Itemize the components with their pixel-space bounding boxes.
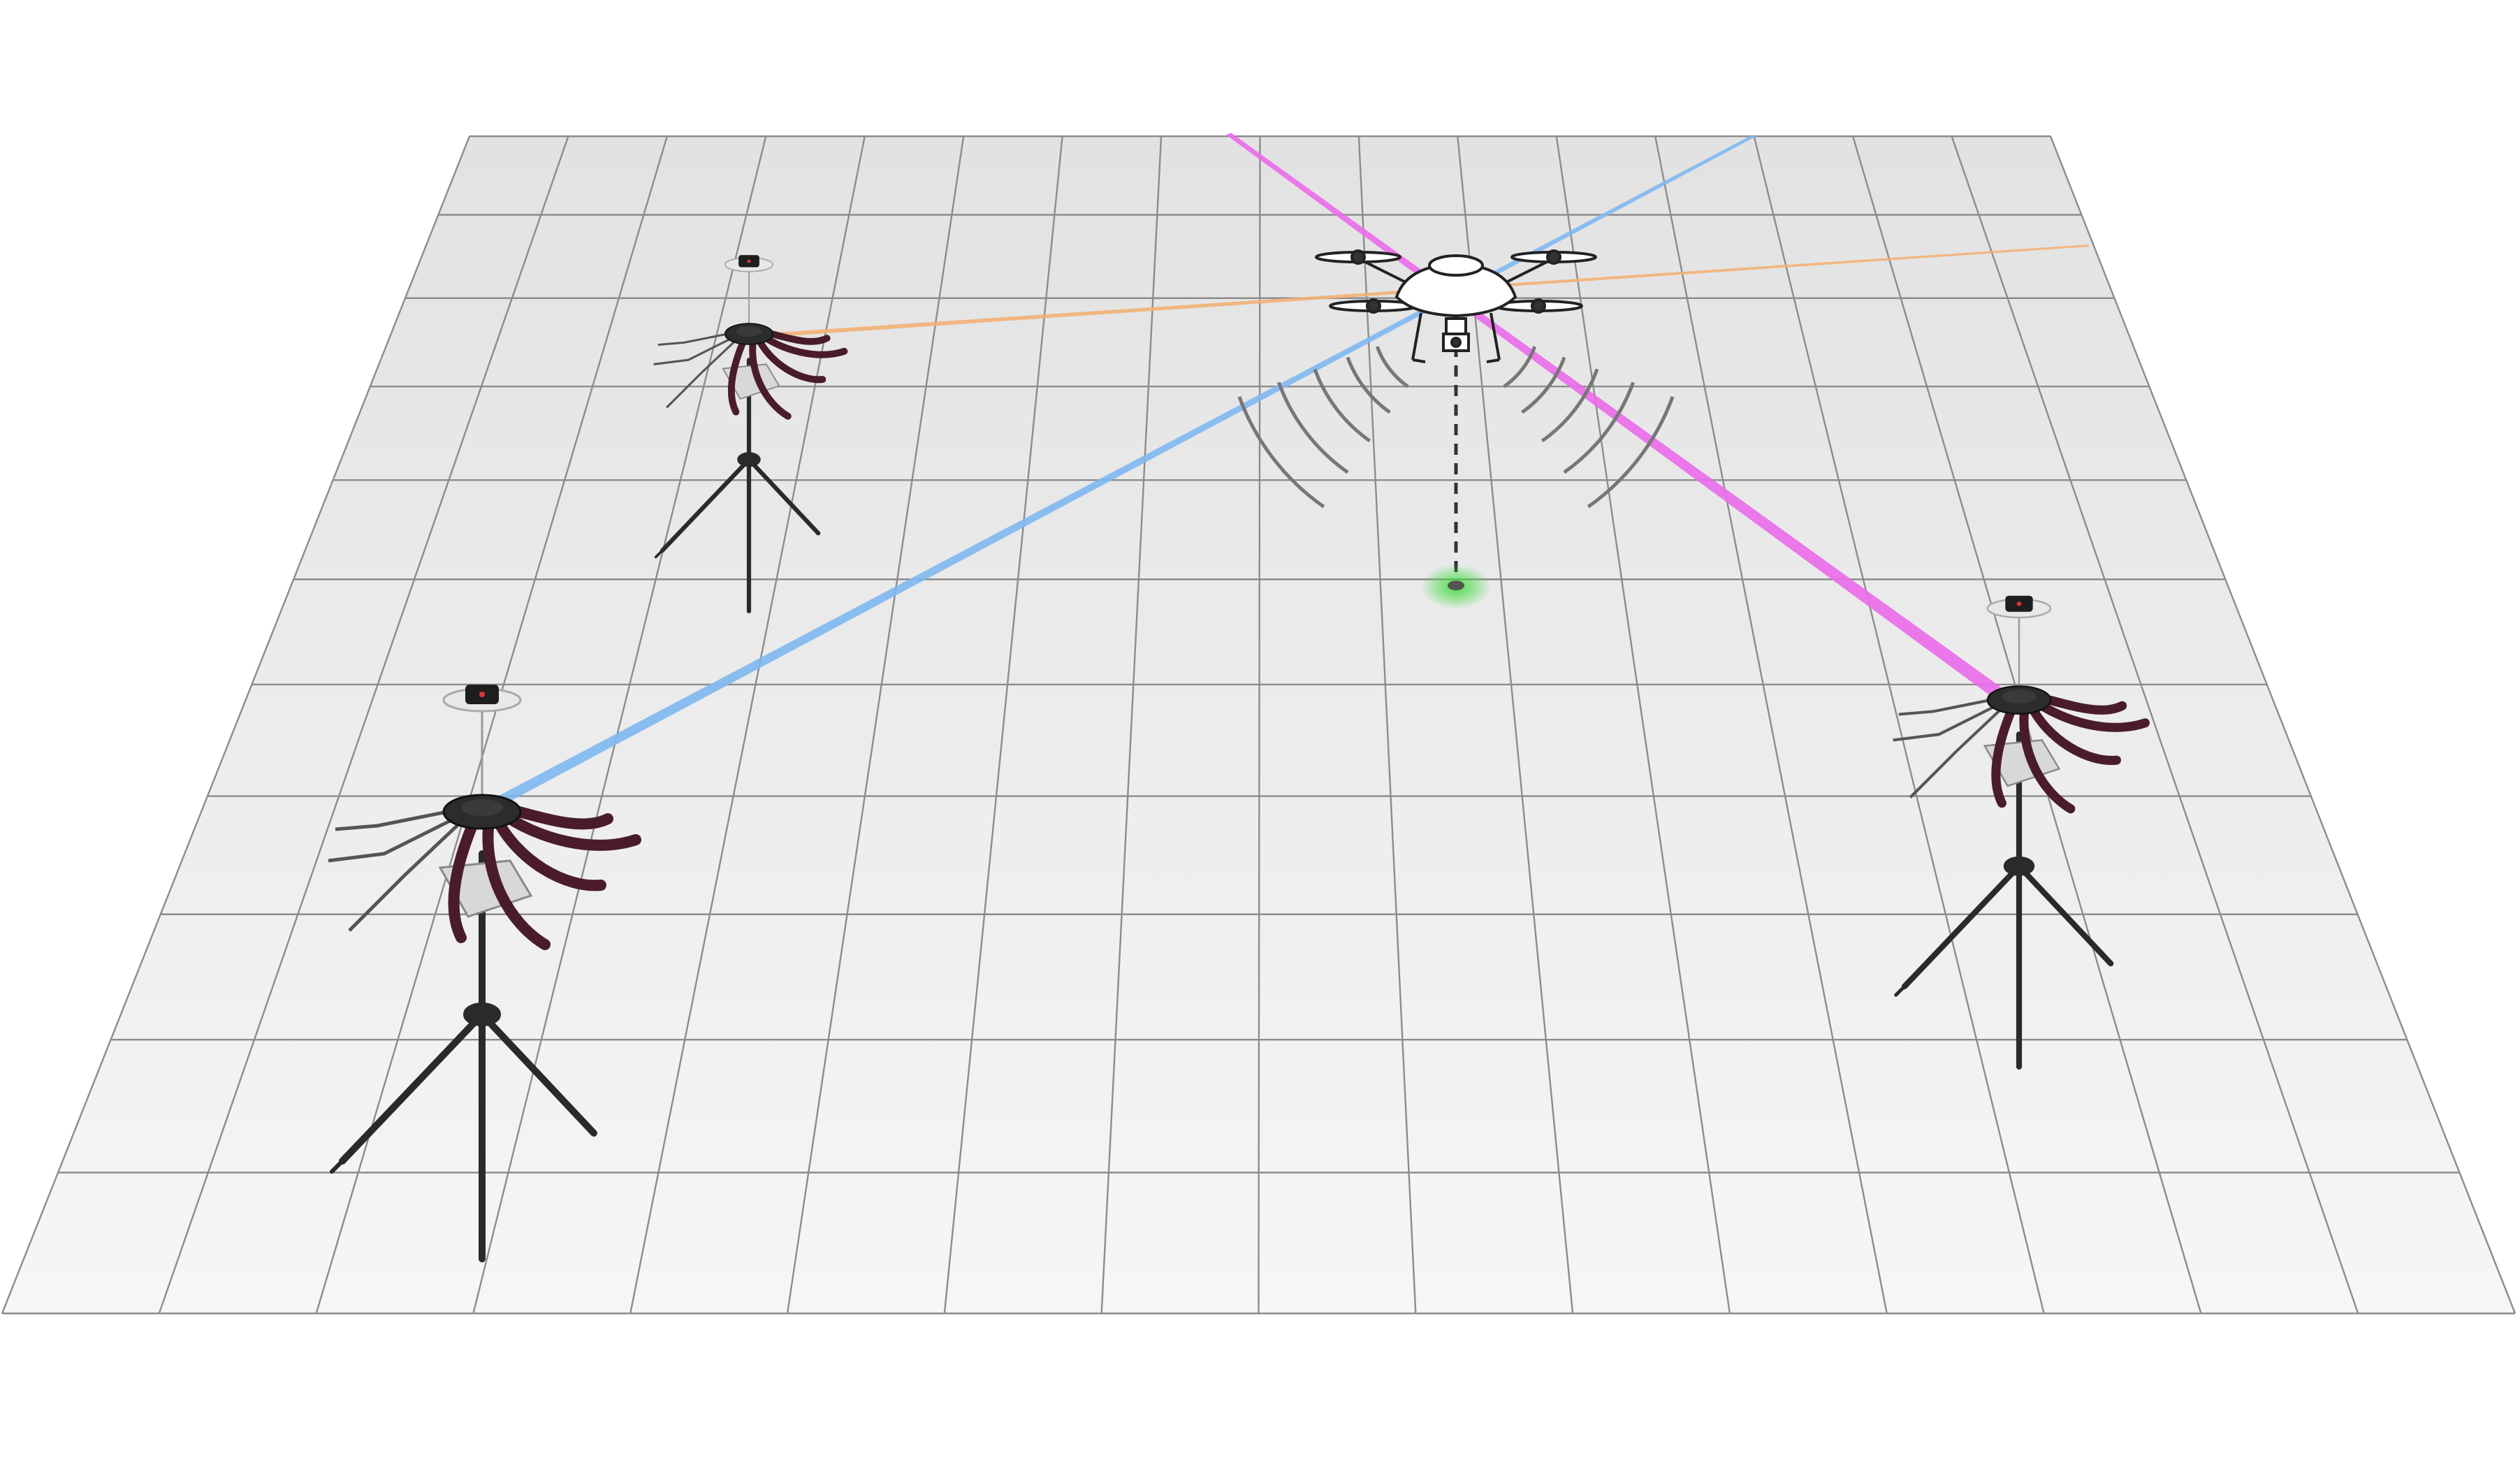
station-hub-top	[2002, 690, 2037, 704]
rotor	[1510, 249, 1597, 265]
tracking-scene-diagram	[1, 133, 2517, 1315]
rotor	[1315, 249, 1401, 265]
station-hub-top	[736, 326, 762, 337]
station-hub-top	[461, 799, 503, 816]
landing-target-icon	[1421, 564, 1491, 609]
